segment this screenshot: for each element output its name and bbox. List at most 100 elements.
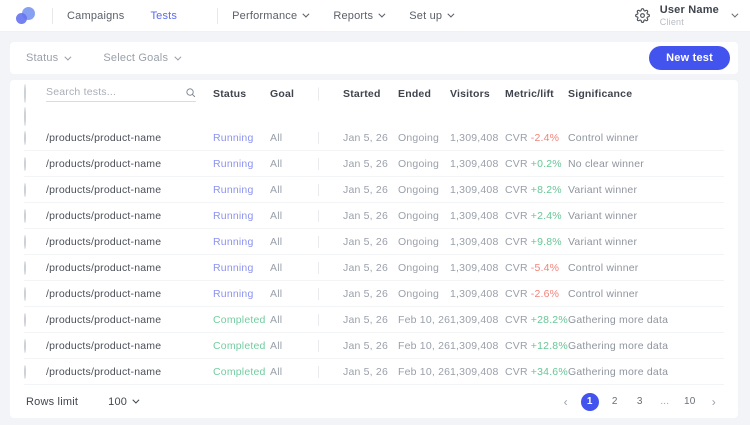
row-checkbox[interactable]: [24, 364, 26, 379]
nav-item-campaigns[interactable]: Campaigns: [67, 10, 124, 22]
tests-table: Status Goal Started Ended Visitors Metri…: [10, 80, 738, 418]
goal-cell: All: [270, 183, 283, 196]
pagination-page[interactable]: 10: [681, 393, 699, 411]
row-checkbox[interactable]: [24, 286, 26, 301]
user-menu[interactable]: User Name Client: [660, 4, 719, 27]
metric-label: CVR: [505, 131, 528, 144]
new-test-button[interactable]: New test: [649, 46, 730, 70]
ended-cell: Ongoing: [398, 209, 440, 222]
row-checkbox[interactable]: [24, 130, 26, 145]
row-checkbox[interactable]: [24, 312, 26, 327]
visitors-cell: 1,309,408: [450, 157, 499, 170]
significance-cell: Control winner: [568, 261, 639, 274]
table-row[interactable]: /products/product-name Running All Jan 5…: [24, 203, 724, 229]
filter-bar: Status Select Goals New test: [10, 42, 738, 74]
started-cell: Jan 5, 26: [318, 366, 398, 378]
goal-cell: All: [270, 157, 283, 170]
table-row[interactable]: /products/product-name Completed All Jan…: [24, 333, 724, 359]
pagination-page[interactable]: 3: [631, 393, 649, 411]
metric-lift-cell: CVR -5.4%: [505, 262, 568, 274]
column-header-metric-lift[interactable]: Metric/lift: [505, 88, 568, 100]
status-cell: Running: [213, 157, 254, 170]
metric-label: CVR: [505, 313, 528, 326]
started-cell: Jan 5, 26: [318, 184, 398, 196]
test-name[interactable]: /products/product-name: [46, 366, 213, 378]
table-row[interactable]: /products/product-name Completed All Jan…: [24, 359, 724, 385]
column-header-ended[interactable]: Ended: [398, 88, 450, 100]
test-name[interactable]: /products/product-name: [46, 236, 213, 248]
chevron-down-icon: [302, 10, 310, 18]
rows-limit-label: Rows limit: [26, 395, 79, 408]
table-row[interactable]: /products/product-name Running All Jan 5…: [24, 151, 724, 177]
row-checkbox[interactable]: [24, 260, 26, 275]
settings-gear-icon[interactable]: [634, 8, 650, 23]
table-row[interactable]: /products/product-name Running All Jan 5…: [24, 255, 724, 281]
select-all-checkbox[interactable]: [24, 84, 26, 103]
test-name[interactable]: /products/product-name: [46, 184, 213, 196]
nav-item-reports[interactable]: Reports: [333, 10, 386, 22]
column-header-started[interactable]: Started: [318, 88, 398, 100]
table-row[interactable]: /products/product-name Running All Jan 5…: [24, 229, 724, 255]
nav-label: Tests: [150, 9, 178, 22]
search-icon[interactable]: [185, 87, 196, 98]
status-cell: Running: [213, 235, 254, 248]
nav-label: Performance: [232, 9, 298, 22]
nav-item-setup[interactable]: Set up: [409, 9, 455, 22]
row-checkbox[interactable]: [24, 208, 26, 223]
goals-filter-label: Select Goals: [103, 52, 169, 64]
test-name[interactable]: /products/product-name: [46, 288, 213, 300]
table-row[interactable]: /products/product-name Running All Jan 5…: [24, 281, 724, 307]
status-filter-label: Status: [26, 52, 59, 64]
test-name[interactable]: /products/product-name: [46, 314, 213, 326]
nav-label: Set up: [409, 9, 443, 22]
nav-item-performance[interactable]: Performance: [232, 9, 310, 22]
user-name: User Name: [659, 4, 719, 16]
pagination-prev-icon[interactable]: ‹: [558, 395, 574, 409]
started-cell: Jan 5, 26: [318, 314, 398, 326]
table-row[interactable]: /products/product-name Running All Jan 5…: [24, 125, 724, 151]
metric-lift-cell: CVR +2.4%: [505, 210, 568, 222]
status-cell: Running: [213, 183, 254, 196]
test-name[interactable]: /products/product-name: [46, 132, 213, 144]
search-input[interactable]: [46, 86, 185, 98]
chevron-down-icon[interactable]: [731, 10, 739, 18]
pagination-ellipsis: ...: [660, 396, 670, 407]
goals-filter-dropdown[interactable]: Select Goals: [103, 52, 182, 64]
status-filter-dropdown[interactable]: Status: [26, 52, 72, 64]
started-cell: Jan 5, 26: [318, 340, 398, 352]
column-header-goal[interactable]: Goal: [270, 88, 318, 100]
table-row[interactable]: /products/product-name Running All Jan 5…: [24, 177, 724, 203]
visitors-cell: 1,309,408: [450, 365, 499, 378]
started-cell: Jan 5, 26: [318, 158, 398, 170]
row-checkbox[interactable]: [24, 107, 26, 126]
significance-cell: Gathering more data: [568, 365, 669, 378]
table-row[interactable]: /products/product-name Completed All Jan…: [24, 307, 724, 333]
pagination-page[interactable]: 1: [580, 392, 599, 411]
row-checkbox[interactable]: [24, 234, 26, 249]
rows-limit-dropdown[interactable]: 100: [108, 395, 140, 408]
lift-value: -2.4%: [530, 131, 560, 144]
nav-item-tests[interactable]: Tests: [150, 10, 177, 22]
ended-cell: Feb 10, 26: [398, 313, 450, 326]
column-header-status[interactable]: Status: [213, 88, 270, 100]
test-name[interactable]: /products/product-name: [46, 340, 213, 352]
row-checkbox[interactable]: [24, 156, 26, 171]
pagination-page[interactable]: 2: [606, 393, 624, 411]
test-name[interactable]: /products/product-name: [46, 210, 213, 222]
row-checkbox[interactable]: [24, 338, 26, 353]
rows-limit-value: 100: [108, 395, 128, 408]
test-name[interactable]: /products/product-name: [46, 158, 213, 170]
goal-cell: All: [270, 339, 283, 352]
app-logo-icon[interactable]: [14, 6, 38, 26]
status-cell: Running: [213, 209, 254, 222]
ended-cell: Ongoing: [398, 183, 440, 196]
metric-label: CVR: [505, 287, 528, 300]
goal-cell: All: [270, 235, 283, 248]
significance-cell: Variant winner: [568, 235, 638, 248]
row-checkbox[interactable]: [24, 182, 26, 197]
pagination-next-icon[interactable]: ›: [706, 395, 722, 409]
column-header-visitors[interactable]: Visitors: [450, 88, 505, 100]
metric-label: CVR: [505, 209, 528, 222]
test-name[interactable]: /products/product-name: [46, 262, 213, 274]
column-header-significance[interactable]: Significance: [568, 88, 724, 100]
